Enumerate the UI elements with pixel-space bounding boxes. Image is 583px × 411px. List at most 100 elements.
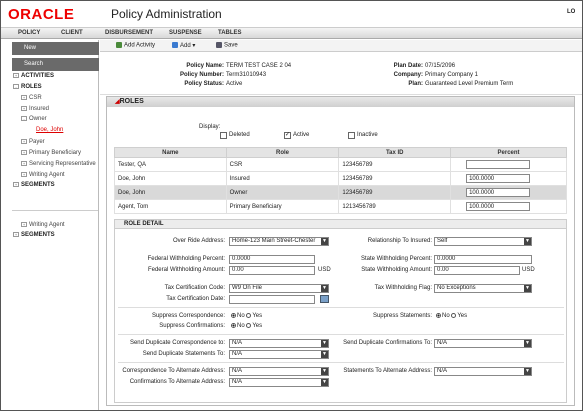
col-taxid[interactable]: Tax ID — [338, 147, 452, 158]
radio-yes-icon[interactable] — [451, 313, 457, 318]
tree-payer[interactable]: + Payer — [21, 139, 45, 145]
expand-icon[interactable]: + — [21, 172, 27, 177]
table-row[interactable]: Agent, Tom Primary Beneficiary 121345678… — [114, 199, 567, 214]
suppress-correspondence-radio[interactable]: No Yes — [231, 313, 262, 319]
radio-yes-icon[interactable] — [246, 313, 252, 318]
deleted-checkbox[interactable] — [220, 132, 227, 139]
tree-writing-agent-2[interactable]: + Writing Agent — [21, 222, 65, 228]
percent-input[interactable]: 100.0000 — [466, 174, 531, 183]
table-row[interactable]: Doe, John Insured 123456789 100.0000 — [114, 171, 567, 186]
menu-suspense[interactable]: SUSPENSE — [169, 30, 202, 36]
radio-no-icon[interactable] — [231, 323, 236, 328]
radio-no-icon[interactable] — [436, 313, 441, 318]
user-link[interactable]: LO — [567, 9, 575, 15]
app-header — [1, 1, 582, 28]
new-button[interactable]: New — [12, 42, 99, 55]
calendar-icon[interactable] — [320, 295, 329, 303]
divider — [118, 362, 564, 363]
percent-input[interactable]: 100.0000 — [466, 188, 531, 197]
tree-segments[interactable]: + SEGMENTS — [13, 182, 55, 188]
tax-withholding-flag-select[interactable]: No Exceptions ▼ — [434, 284, 532, 293]
company-value: Primary Company 1 — [425, 72, 479, 78]
tree-owner[interactable]: - Owner — [21, 116, 47, 122]
tax-cert-date-input[interactable] — [229, 295, 315, 304]
plan-value: Guaranteed Level Premium Term — [425, 81, 514, 87]
active-label: Active — [293, 132, 310, 138]
expand-icon[interactable]: + — [21, 139, 27, 144]
menu-client[interactable]: CLIENT — [61, 30, 83, 36]
suppress-statements-radio[interactable]: No Yes — [436, 313, 467, 319]
tree-writing-agent[interactable]: + Writing Agent — [21, 172, 65, 178]
role-detail-header: ROLE DETAIL — [115, 220, 566, 229]
policy-name-label: Policy Name: — [186, 63, 224, 69]
plan-date-label: Plan Date: — [393, 63, 423, 69]
cell-role: Primary Beneficiary — [225, 199, 340, 214]
dup-statements-select[interactable]: N/A ▼ — [229, 350, 329, 359]
menu-tables[interactable]: TABLES — [218, 30, 242, 36]
cell-name: Tester, QA — [114, 157, 227, 172]
col-percent[interactable]: Percent — [450, 147, 567, 158]
expand-icon[interactable]: + — [13, 182, 19, 187]
inactive-label: Inactive — [357, 132, 378, 138]
display-label: Display: — [199, 124, 221, 130]
relationship-select[interactable]: Self ▼ — [434, 237, 532, 246]
expand-icon[interactable]: + — [13, 232, 19, 237]
expand-icon[interactable]: + — [21, 222, 27, 227]
cell-role: CSR — [225, 157, 340, 172]
table-row-selected[interactable]: Doe, John Owner 123456789 100.0000 — [114, 185, 567, 200]
cell-taxid: 123456789 — [338, 171, 452, 186]
percent-input[interactable]: 100.0000 — [466, 202, 531, 211]
tree-roles[interactable]: - ROLES — [13, 84, 42, 90]
table-row[interactable]: Tester, QA CSR 123456789 — [114, 157, 567, 172]
radio-no-icon[interactable] — [231, 313, 236, 318]
collapse-icon[interactable]: - — [13, 84, 19, 89]
dup-statements-label: Send Duplicate Statements To: — [142, 351, 225, 357]
dup-confirmations-select[interactable]: N/A ▼ — [434, 339, 532, 348]
tax-cert-date-label: Tax Certification Date: — [166, 296, 225, 302]
collapse-icon[interactable]: - — [21, 116, 27, 121]
cell-name: Doe, John — [114, 171, 227, 186]
add-activity-button[interactable]: Add Activity — [116, 42, 155, 49]
state-withholding-amt-input[interactable]: 0.00 — [434, 266, 520, 275]
alt-confirmations-select[interactable]: N/A ▼ — [229, 378, 329, 387]
alt-confirmations-label: Confirmations To Alternate Address: — [129, 379, 225, 385]
expand-icon[interactable]: + — [21, 150, 27, 155]
tree-segments-2[interactable]: + SEGMENTS — [13, 232, 55, 238]
tree-doe-john[interactable]: Doe, John — [36, 127, 63, 133]
save-button[interactable]: Save — [216, 42, 238, 49]
col-name[interactable]: Name — [114, 147, 227, 158]
tax-cert-code-label: Tax Certification Code: — [164, 285, 225, 291]
search-button[interactable]: Search — [12, 58, 99, 71]
expand-icon[interactable]: + — [21, 161, 27, 166]
alt-statements-select[interactable]: N/A ▼ — [434, 367, 532, 376]
add-activity-icon — [116, 42, 122, 48]
tree-activities[interactable]: + ACTIVITIES — [13, 73, 54, 79]
inactive-checkbox[interactable] — [348, 132, 355, 139]
expand-icon[interactable]: + — [13, 73, 19, 78]
active-checkbox[interactable]: ✓ — [284, 132, 291, 139]
cell-name: Agent, Tom — [114, 199, 227, 214]
app-title: Policy Administration — [111, 7, 222, 21]
cell-role: Insured — [225, 171, 340, 186]
fed-withholding-pct-label: Federal Withholding Percent: — [147, 256, 225, 262]
tree-primary-beneficiary[interactable]: + Primary Beneficiary — [21, 150, 81, 156]
cell-name: Doe, John — [114, 185, 227, 200]
policy-number-label: Policy Number: — [179, 72, 224, 78]
suppress-confirmations-radio[interactable]: No Yes — [231, 323, 262, 329]
chevron-down-icon: ▼ — [524, 368, 531, 375]
menu-policy[interactable]: POLICY — [18, 30, 40, 36]
tree-csr[interactable]: + CSR — [21, 95, 42, 101]
roles-section-header[interactable]: ◢ROLES — [107, 97, 574, 107]
oracle-logo: ORACLE — [8, 6, 75, 23]
tree-insured[interactable]: + Insured — [21, 106, 49, 112]
plan-date-value: 07/15/2096 — [425, 63, 456, 69]
state-withholding-pct-input[interactable]: 0.0000 — [434, 255, 532, 264]
expand-icon[interactable]: + — [21, 106, 27, 111]
radio-yes-icon[interactable] — [246, 323, 252, 328]
col-role[interactable]: Role — [225, 147, 340, 158]
add-button[interactable]: Add ▾ — [172, 42, 195, 49]
expand-icon[interactable]: + — [21, 95, 27, 100]
menu-disbursement[interactable]: DISBURSEMENT — [105, 30, 153, 36]
percent-input[interactable] — [466, 160, 531, 169]
tree-servicing-rep[interactable]: + Servicing Representative — [21, 161, 96, 167]
